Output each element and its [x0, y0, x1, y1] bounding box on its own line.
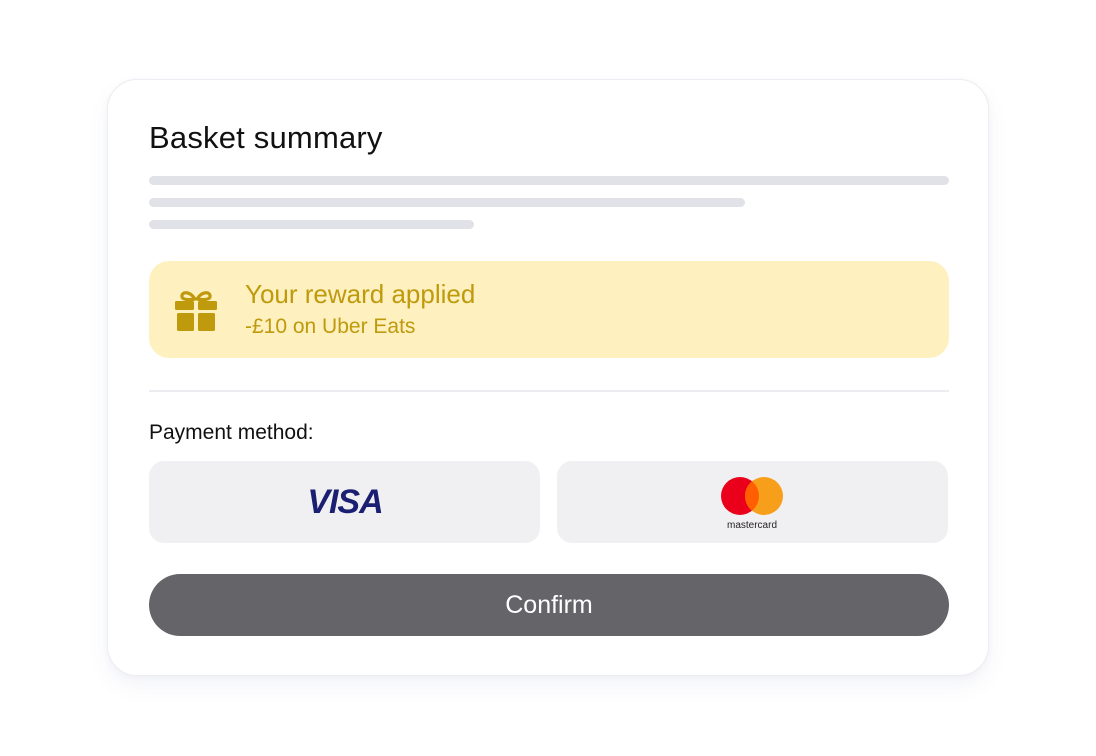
reward-banner: Your reward applied -£10 on Uber Eats — [149, 261, 949, 358]
mastercard-logo-icon: mastercard — [721, 477, 783, 531]
visa-logo-icon: VISA — [307, 483, 383, 519]
visa-payment-option[interactable]: VISA — [149, 461, 540, 543]
reward-subtitle: -£10 on Uber Eats — [245, 315, 416, 338]
gift-icon — [175, 291, 217, 331]
page-title: Basket summary — [149, 120, 383, 155]
skeleton-line — [149, 176, 949, 185]
basket-summary-card: Basket summary Your reward applied -£10 … — [107, 79, 989, 676]
payment-method-label: Payment method: — [149, 421, 314, 444]
skeleton-line — [149, 220, 474, 229]
visa-logo-text: VISA — [307, 483, 382, 519]
divider — [149, 390, 949, 392]
mastercard-logo-text: mastercard — [727, 520, 777, 531]
confirm-button[interactable]: Confirm — [149, 574, 949, 636]
reward-title: Your reward applied — [245, 279, 476, 309]
skeleton-line — [149, 198, 745, 207]
mastercard-payment-option[interactable]: mastercard — [557, 461, 948, 543]
